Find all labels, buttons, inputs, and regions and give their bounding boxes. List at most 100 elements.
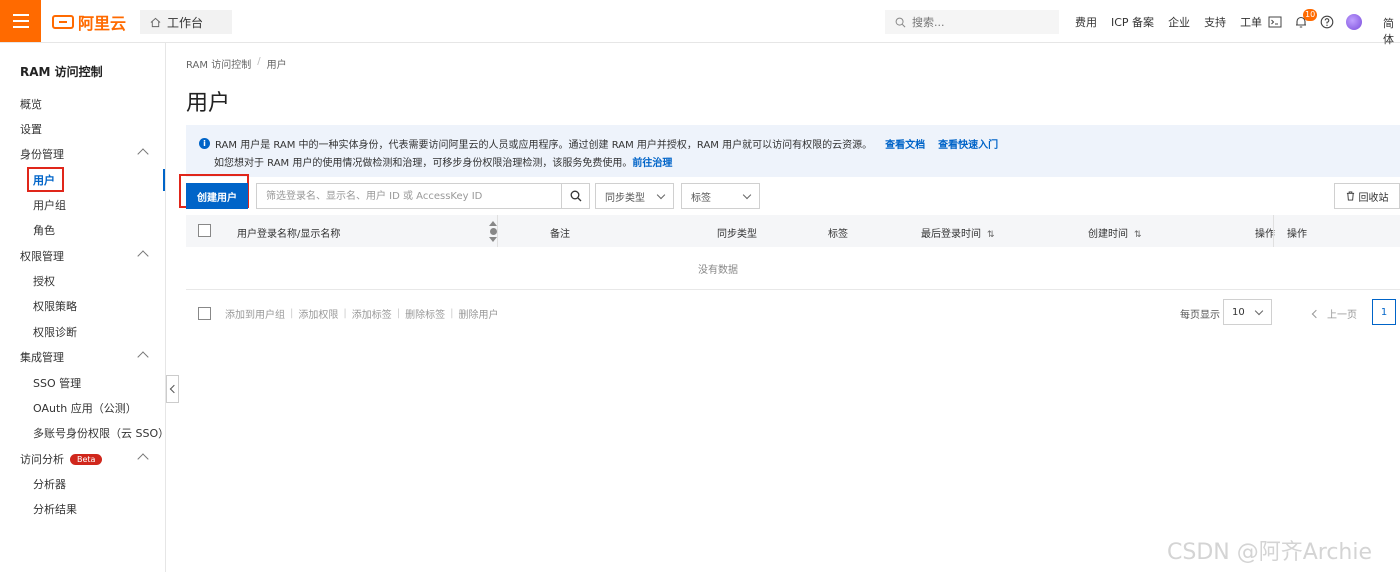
sidebar-item-label: 角色 — [33, 224, 55, 237]
top-link-icp[interactable]: ICP 备案 — [1111, 14, 1154, 30]
sidebar-item-user-groups[interactable]: 用户组 — [0, 194, 165, 216]
add-to-group-action[interactable]: 添加到用户组 — [225, 306, 285, 321]
sidebar-item-label: 集成管理 — [20, 351, 64, 364]
delete-tag-action[interactable]: 删除标签 — [405, 306, 445, 321]
column-header-label: 创建时间 — [1088, 229, 1128, 240]
column-header-remark: 备注 — [550, 229, 570, 240]
highlight-box — [27, 167, 64, 192]
sidebar-item-label: OAuth 应用（公测） — [33, 402, 137, 415]
create-user-button[interactable]: 创建用户 — [186, 183, 248, 209]
select-all-checkbox[interactable] — [198, 224, 211, 237]
chevron-up-icon — [137, 250, 149, 262]
view-docs-link[interactable]: 查看文档 — [885, 136, 925, 151]
action-separator: | — [396, 307, 401, 319]
sidebar: RAM 访问控制 概览 设置 身份管理 用户 用户组 角色 权限管理 授权 权限… — [0, 43, 169, 572]
info-text-1: RAM 用户是 RAM 中的一种实体身份，代表需要访问阿里云的人员或应用程序。通… — [215, 140, 873, 151]
sidebar-item-oauth[interactable]: OAuth 应用（公测） — [0, 397, 165, 419]
sidebar-item-roles[interactable]: 角色 — [0, 219, 165, 241]
sidebar-item-users[interactable]: 用户 — [0, 167, 165, 192]
filter-search-button[interactable] — [561, 183, 590, 209]
column-header-created[interactable]: 创建时间 ⇅ — [1088, 225, 1142, 240]
per-page-value: 10 — [1232, 306, 1245, 318]
aliyun-logo[interactable]: 阿里云 — [52, 12, 126, 33]
prev-page-button[interactable]: 上一页 — [1311, 306, 1357, 321]
sidebar-item-analyzer[interactable]: 分析器 — [0, 473, 165, 495]
home-icon — [150, 17, 161, 27]
govern-link[interactable]: 前往治理 — [632, 158, 672, 169]
sidebar-group-integration[interactable]: 集成管理 — [0, 346, 165, 368]
sidebar-group-identity[interactable]: 身份管理 — [0, 143, 165, 165]
top-link-billing[interactable]: 费用 — [1075, 14, 1097, 30]
column-divider — [1273, 215, 1274, 247]
add-permission-action[interactable]: 添加权限 — [298, 306, 338, 321]
language-switch[interactable]: 简体 — [1383, 15, 1400, 47]
bulk-select-checkbox[interactable] — [198, 306, 211, 320]
sync-type-select[interactable]: 同步类型 — [595, 183, 674, 209]
top-links: 费用 ICP 备案 企业 支持 工单 — [1075, 0, 1262, 43]
tag-select[interactable]: 标签 — [681, 183, 760, 209]
sidebar-item-overview[interactable]: 概览 — [0, 93, 165, 115]
sidebar-item-policies[interactable]: 权限策略 — [0, 295, 165, 317]
bulk-actions-bar: 添加到用户组 | 添加权限 | 添加标签 | 删除标签 | 删除用户 — [198, 306, 499, 321]
sidebar-item-sso[interactable]: SSO 管理 — [0, 372, 165, 394]
chevron-up-icon — [137, 453, 149, 465]
sidebar-group-permissions[interactable]: 权限管理 — [0, 245, 165, 267]
chevron-down-icon — [742, 190, 752, 200]
column-header-login-name[interactable]: 用户登录名称/显示名称 — [237, 225, 340, 240]
user-avatar[interactable] — [1346, 14, 1362, 30]
add-tag-action[interactable]: 添加标签 — [352, 306, 392, 321]
sidebar-item-label: SSO 管理 — [33, 377, 82, 390]
sidebar-item-label: 身份管理 — [20, 148, 64, 161]
sidebar-group-analysis[interactable]: 访问分析 Beta — [0, 448, 165, 470]
beta-badge: Beta — [70, 453, 103, 465]
page-1-button[interactable]: 1 — [1372, 299, 1396, 325]
top-link-support[interactable]: 支持 — [1204, 14, 1226, 30]
watermark: CSDN @阿齐Archie — [1167, 540, 1373, 565]
sidebar-item-grants[interactable]: 授权 — [0, 270, 165, 292]
chevron-down-icon — [1254, 306, 1264, 316]
sidebar-title: RAM 访问控制 — [20, 65, 103, 79]
per-page-select[interactable]: 10 — [1223, 299, 1272, 325]
top-link-enterprise[interactable]: 企业 — [1168, 14, 1190, 30]
sort-icon: ⇅ — [1134, 230, 1142, 240]
sidebar-item-label: 设置 — [20, 123, 42, 136]
sidebar-item-label: 授权 — [33, 275, 55, 288]
column-header-last-login[interactable]: 最后登录时间 ⇅ — [921, 225, 995, 240]
sidebar-item-cloud-sso[interactable]: 多账号身份权限（云 SSO） — [0, 422, 169, 444]
info-line-2: 如您想对于 RAM 用户的使用情况做检测和治理，可移步身份权限治理检测，该服务免… — [214, 154, 672, 169]
sidebar-item-label: 访问分析 — [20, 453, 64, 466]
column-header-tags: 标签 — [828, 229, 848, 240]
breadcrumb-separator: / — [257, 56, 261, 67]
hamburger-menu-button[interactable] — [0, 0, 41, 42]
sidebar-item-settings[interactable]: 设置 — [0, 118, 165, 140]
column-header-actions-fixed: 操作 — [1287, 229, 1307, 240]
search-icon — [895, 17, 906, 27]
sidebar-item-results[interactable]: 分析结果 — [0, 498, 165, 520]
column-drag-handle[interactable] — [489, 217, 497, 245]
chevron-up-icon — [137, 148, 149, 160]
per-page-label: 每页显示 — [1180, 310, 1220, 321]
sidebar-item-label: 权限管理 — [20, 250, 64, 263]
workbench-button[interactable]: 工作台 — [140, 10, 232, 34]
info-text-2: 如您想对于 RAM 用户的使用情况做检测和治理，可移步身份权限治理检测，该服务免… — [214, 158, 633, 169]
tag-select-label: 标签 — [691, 192, 711, 204]
top-link-ticket[interactable]: 工单 — [1240, 14, 1262, 30]
global-search[interactable] — [885, 10, 1059, 34]
empty-state-row: 没有数据 — [186, 248, 1400, 290]
column-header-actions: 操作 — [1255, 229, 1275, 240]
user-filter-input[interactable] — [256, 183, 562, 209]
recycle-bin-button[interactable]: 回收站 — [1334, 183, 1400, 209]
delete-user-action[interactable]: 删除用户 — [459, 306, 499, 321]
quick-start-link[interactable]: 查看快速入门 — [938, 136, 998, 151]
terminal-icon[interactable] — [1268, 15, 1282, 29]
global-search-input[interactable] — [912, 15, 1052, 29]
top-navigation-bar: 阿里云 工作台 费用 ICP 备案 企业 支持 工单 10 简体 — [0, 0, 1400, 46]
column-header-label: 最后登录时间 — [921, 229, 981, 240]
sidebar-item-diagnosis[interactable]: 权限诊断 — [0, 321, 165, 343]
recycle-bin-label: 回收站 — [1358, 192, 1389, 204]
help-icon[interactable] — [1320, 15, 1334, 29]
page-title: 用户 — [186, 91, 231, 116]
breadcrumb-root[interactable]: RAM 访问控制 — [186, 56, 251, 71]
sidebar-collapse-button[interactable] — [166, 375, 179, 403]
action-separator: | — [343, 307, 347, 319]
